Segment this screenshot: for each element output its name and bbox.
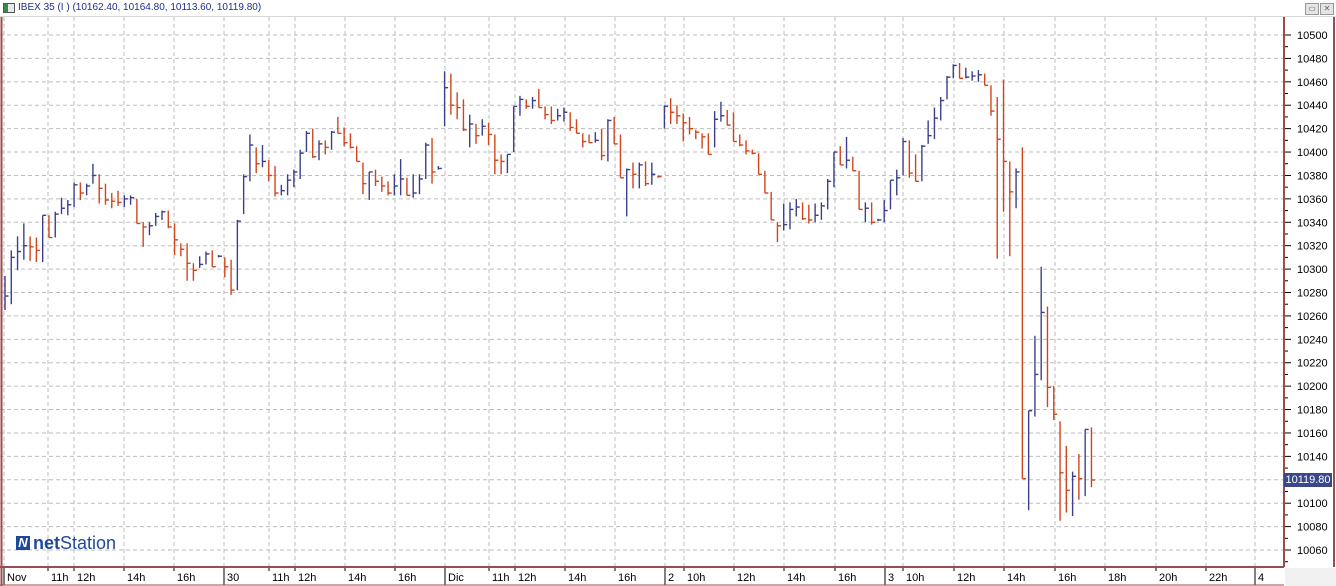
y-tick-label: 10440 (1297, 100, 1328, 112)
x-tick-label: Nov (7, 572, 27, 584)
last-price-label: 10119.80 (1284, 473, 1332, 487)
y-tick-label: 10300 (1297, 264, 1328, 276)
x-tick-label: 12h (77, 572, 95, 584)
y-tick-label: 10080 (1297, 522, 1328, 534)
y-tick-label: 10340 (1297, 217, 1328, 229)
x-tick-label: 12h (737, 572, 755, 584)
ohlc-chart: 10500 10480 10460 10440 10420 10400 10380 10360… (0, 17, 1336, 586)
x-tick-label: 14h (568, 572, 586, 584)
chart-background (0, 17, 1336, 586)
x-tick-label: 14h (348, 572, 366, 584)
netstation-logo: N net Station (16, 533, 116, 553)
y-tick-label: 10260 (1297, 311, 1328, 323)
y-tick-label: 10500 (1297, 30, 1328, 42)
title-bar: IBEX 35 (I ) (10162.40, 10164.80, 10113.… (0, 0, 1336, 17)
x-tick-label: 11h (492, 572, 510, 584)
x-tick-label: 10h (906, 572, 924, 584)
close-icon: ✕ (1323, 4, 1331, 13)
logo-text-net: net (33, 532, 60, 553)
x-tick-label: 12h (298, 572, 316, 584)
netstation-logo-mark-icon: N (16, 536, 30, 550)
x-tick-label: 14h (1007, 572, 1025, 584)
y-tick-label: 10400 (1297, 147, 1328, 159)
y-tick-label: 10380 (1297, 170, 1328, 182)
x-tick-label: 12h (518, 572, 536, 584)
x-tick-label: 11h (272, 572, 290, 584)
x-tick-label: 16h (618, 572, 636, 584)
x-tick-label: 12h (957, 572, 975, 584)
y-tick-label: 10060 (1297, 545, 1328, 557)
y-tick-label: 10460 (1297, 77, 1328, 89)
y-tick-label: 10360 (1297, 194, 1328, 206)
x-tick-label: 20h (1159, 572, 1177, 584)
x-tick-label: 16h (177, 572, 195, 584)
x-tick-label: 16h (398, 572, 416, 584)
x-tick-label: 4 (1258, 572, 1264, 584)
corner (1285, 568, 1336, 586)
y-tick-label: 10180 (1297, 405, 1328, 417)
x-tick-label: 14h (127, 572, 145, 584)
y-tick-label: 10320 (1297, 241, 1328, 253)
y-tick-label: 10480 (1297, 53, 1328, 65)
y-tick-label: 10280 (1297, 288, 1328, 300)
window-title: IBEX 35 (I ) (10162.40, 10164.80, 10113.… (18, 2, 262, 13)
y-tick-label: 10200 (1297, 381, 1328, 393)
y-tick-label: 10220 (1297, 358, 1328, 370)
restore-button[interactable]: ▭ (1305, 3, 1319, 15)
x-tick-label: 30 (227, 572, 239, 584)
x-tick-label: 3 (888, 572, 894, 584)
x-tick-label: 16h (838, 572, 856, 584)
x-tick-label: Dic (448, 572, 464, 584)
y-tick-label: 10240 (1297, 334, 1328, 346)
x-tick-label: 11h (51, 572, 69, 584)
x-tick-label: 16h (1058, 572, 1076, 584)
chart-window-icon (3, 3, 15, 13)
x-tick-label: 2 (668, 572, 674, 584)
close-button[interactable]: ✕ (1320, 3, 1334, 15)
x-tick-label: 18h (1108, 572, 1126, 584)
y-tick-label: 10140 (1297, 451, 1328, 463)
x-tick-label: 22h (1209, 572, 1227, 584)
x-tick-label: 14h (787, 572, 805, 584)
y-tick-label: 10160 (1297, 428, 1328, 440)
logo-text-station: Station (60, 532, 117, 553)
restore-icon: ▭ (1308, 4, 1316, 13)
x-tick-label: 10h (687, 572, 705, 584)
y-tick-label: 10420 (1297, 124, 1328, 136)
y-tick-label: 10100 (1297, 498, 1328, 510)
